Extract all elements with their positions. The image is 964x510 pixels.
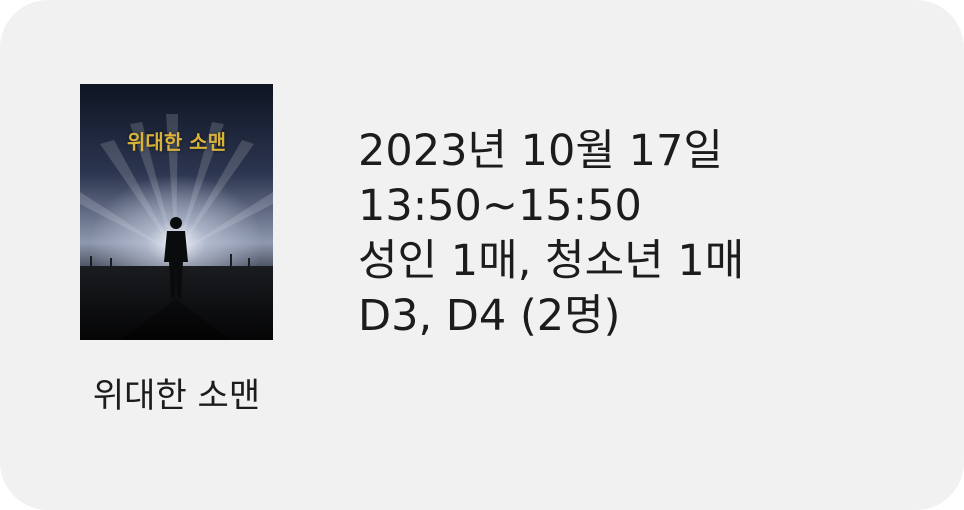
booking-date: 2023년 10월 17일: [358, 126, 723, 176]
booking-tickets: 성인 1매, 청소년 1매: [358, 236, 745, 286]
movie-poster[interactable]: 위대한 소맨: [80, 84, 273, 340]
booking-card[interactable]: 위대한 소맨 위대한 소맨 2023년 10월 17일 13:50~15:50 …: [0, 0, 964, 510]
movie-title: 위대한 소맨: [92, 376, 261, 416]
booking-seats: D3, D4 (2명): [358, 291, 621, 341]
booking-time: 13:50~15:50: [358, 181, 642, 231]
poster-title: 위대한 소맨: [127, 130, 226, 154]
poster-artwork: [80, 84, 273, 340]
booking-details: 2023년 10월 17일 13:50~15:50 성인 1매, 청소년 1매 …: [358, 124, 938, 344]
